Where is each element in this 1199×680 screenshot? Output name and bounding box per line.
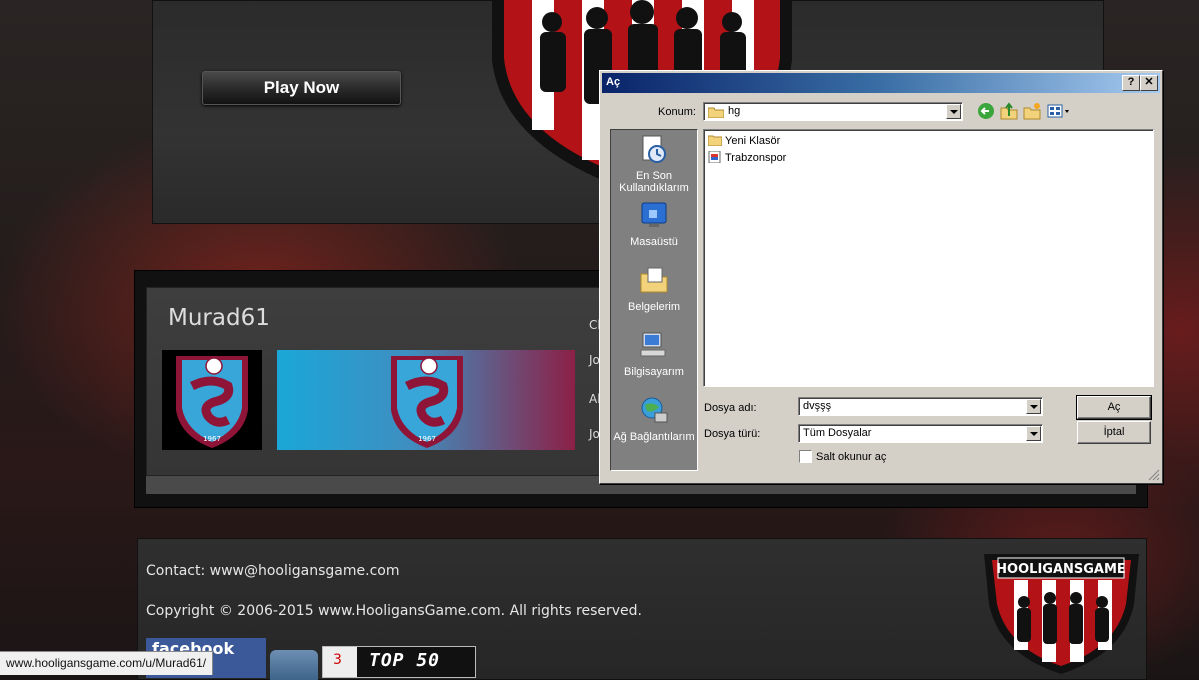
top50-label: TOP 50 [369,650,441,671]
filename-input[interactable]: dvşşş [798,397,1043,416]
recent-documents-icon [642,135,666,163]
filetype-label: Dosya türü: [704,428,761,440]
view-menu-icon[interactable] [1047,102,1071,120]
filetype-select[interactable]: Tüm Dosyalar [798,424,1043,443]
readonly-label: Salt okunur aç [816,451,887,463]
place-my-computer[interactable]: Bilgisayarım [611,330,697,378]
place-desktop[interactable]: Masaüstü [611,200,697,248]
avatar[interactable]: 1967 [162,350,262,450]
profile-banner: 1967 [277,350,575,450]
location-label: Konum: [658,106,696,118]
place-label: Belgelerim [628,301,680,313]
place-label: Masaüstü [630,236,678,248]
trabzonspor-crest-icon: 1967 [176,356,248,448]
close-button[interactable]: ✕ [1140,75,1158,91]
location-value: hg [728,105,741,117]
list-item[interactable]: Trabzonspor [708,150,786,166]
crest-year-text: 1967 [418,435,436,443]
location-combobox[interactable]: hg [703,102,963,121]
place-label: En Son Kullandıklarım [619,170,689,194]
image-file-icon [708,151,721,163]
top50-badge[interactable]: 3 TOP 50 [322,646,476,678]
crest-year-text: 1967 [203,435,221,443]
dialog-titlebar[interactable]: Aç ? ✕ [602,73,1160,93]
contact-link[interactable]: Contact: www@hooligansgame.com [146,563,399,579]
dialog-title: Aç [606,76,621,88]
logo-text: HOOLIGANSGAME [996,562,1126,577]
open-button[interactable]: Aç [1076,395,1152,420]
places-bar: En Son Kullandıklarım Masaüstü Belgeleri… [610,129,698,471]
copyright-text: Copyright © 2006-2015 www.HooligansGame.… [146,603,642,619]
top50-rank: 3 [323,647,357,677]
share-icon[interactable] [270,650,318,680]
open-file-dialog: Aç ? ✕ Konum: hg En Son Kullandıklarım M… [599,70,1163,484]
place-label: Ağ Bağlantılarım [613,431,695,443]
cancel-button[interactable]: İptal [1077,421,1151,444]
chevron-down-icon[interactable] [946,104,961,119]
chevron-down-icon[interactable] [1026,426,1041,441]
play-now-button[interactable]: Play Now [202,71,401,105]
file-name: Yeni Klasör [725,135,781,147]
filename-value: dvşşş [803,400,832,412]
my-computer-icon [640,332,666,357]
file-name: Trabzonspor [725,152,787,164]
place-network[interactable]: Ağ Bağlantılarım [611,395,697,443]
list-item[interactable]: Yeni Klasör [708,133,780,149]
back-icon[interactable] [977,102,995,120]
folder-icon [708,135,722,146]
file-list[interactable]: Yeni Klasör Trabzonspor [703,129,1154,387]
username-heading: Murad61 [168,305,270,331]
network-icon [641,397,668,423]
help-button[interactable]: ? [1122,75,1140,91]
filetype-value: Tüm Dosyalar [803,427,872,439]
filename-label: Dosya adı: [704,402,757,414]
place-label: Bilgisayarım [624,366,684,378]
resize-grip-icon[interactable] [1148,469,1160,481]
hooligansgame-logo: HOOLIGANSGAME [984,554,1139,674]
chevron-down-icon[interactable] [1026,399,1041,414]
folder-icon [708,107,724,118]
desktop-icon [641,202,667,227]
browser-status-bar: www.hooligansgame.com/u/Murad61/ [0,651,214,675]
new-folder-icon[interactable] [1023,102,1041,120]
up-folder-icon[interactable] [1000,102,1018,120]
trabzonspor-crest-icon: 1967 [391,356,463,448]
place-my-documents[interactable]: Belgelerim [611,265,697,313]
my-documents-icon [640,267,668,293]
place-recent[interactable]: En Son Kullandıklarım [611,134,697,194]
readonly-checkbox[interactable] [799,450,812,463]
